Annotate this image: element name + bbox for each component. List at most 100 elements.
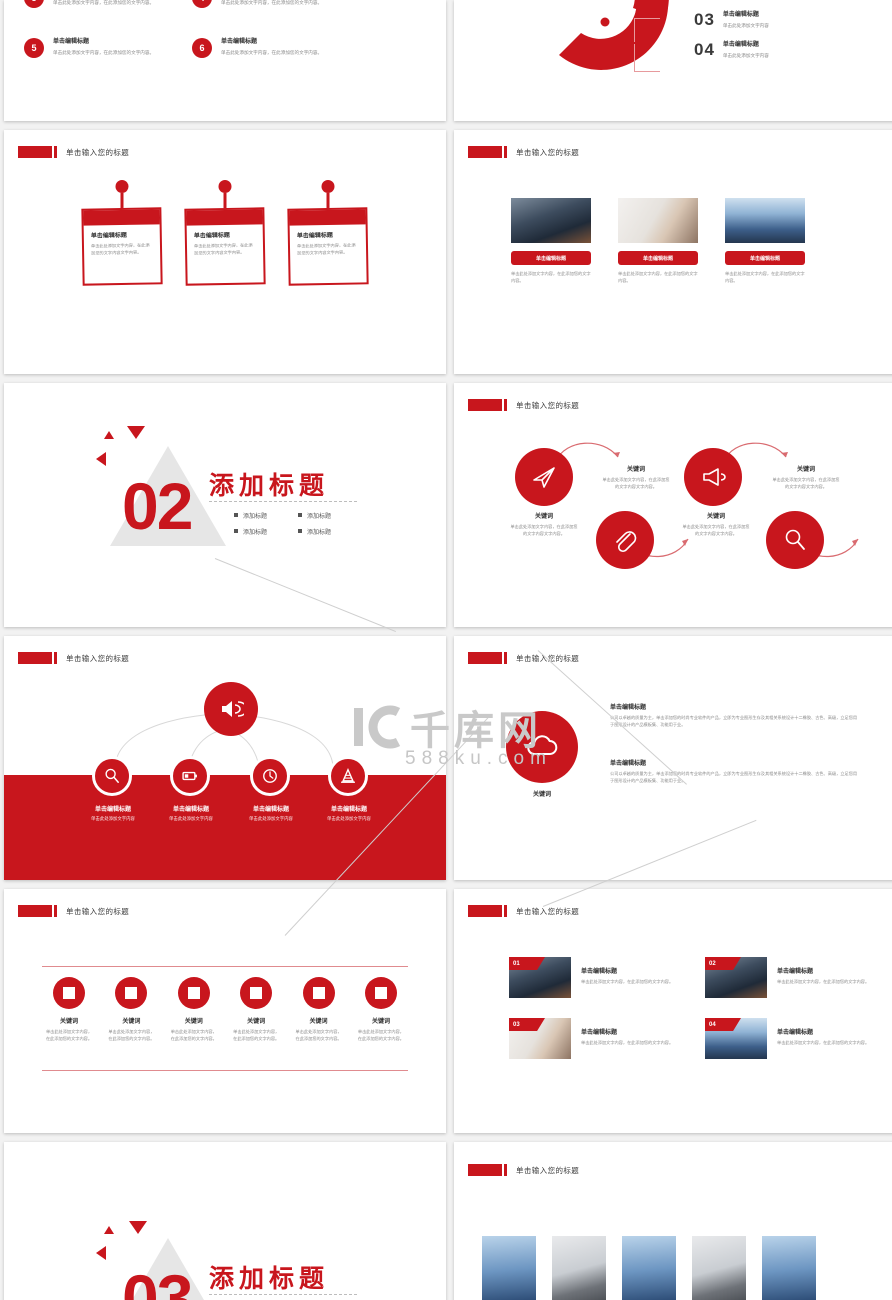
cone-icon[interactable] xyxy=(328,756,368,796)
band-title: 单击编辑标题 xyxy=(330,807,367,813)
title-tag-small xyxy=(54,905,57,917)
note-card[interactable]: 单击编辑标题 单击此处添加文字内容，在此添加您的文字内容文字内容。 xyxy=(184,180,266,286)
photo-card-desc: 单击此处添加文字内容，在此添加您的文字内容。 xyxy=(511,271,591,284)
slide-sticky-notes[interactable]: 单击输入您的标题 单击编辑标题 单击此处添加文字内容，在此添加您的文字内容文字内… xyxy=(4,130,446,374)
paper-plane-icon[interactable] xyxy=(515,448,573,506)
battery-icon[interactable] xyxy=(170,756,210,796)
bullet-item[interactable]: 添加标题 xyxy=(234,511,298,520)
note-card[interactable]: 单击编辑标题 单击此处添加文字内容，在此添加您的文字内容文字内容。 xyxy=(287,180,369,286)
photo-businessman[interactable] xyxy=(692,1236,746,1300)
slide-title: 单击输入您的标题 xyxy=(468,905,579,917)
square-icon xyxy=(115,977,148,1009)
note-desc: 单击此处添加文字内容，在此添加您的文字内容文字内容。 xyxy=(296,242,356,256)
photo-card[interactable]: 单击编辑标题 单击此处添加文字内容，在此添加您的文字内容。 xyxy=(725,198,805,285)
slide-image-strip[interactable]: 单击输入您的标题 xyxy=(454,1142,892,1300)
photo-skyscrapers[interactable] xyxy=(622,1236,676,1300)
band-desc: 单击此处添加文字内容 xyxy=(91,816,135,821)
legend-item[interactable]: 04 单击编辑标题 单击此处添加文字内容 xyxy=(694,40,769,60)
photo-card-button[interactable]: 单击编辑标题 xyxy=(725,251,805,265)
megaphone-icon[interactable] xyxy=(684,448,742,506)
timeline-desc: 单击此处添加文字内容，在此添加您的文字内容。 xyxy=(295,1029,342,1042)
photo-item[interactable]: 03 单击编辑标题 单击此处添加文字内容，在此添加您的文字内容。 xyxy=(509,1018,705,1059)
slide-section-02[interactable]: 02 添加标题 添加标题 添加标题 添加标题 添加标题 xyxy=(4,383,446,627)
legend-number: 04 xyxy=(694,40,715,59)
block-title: 单击编辑标题 xyxy=(610,761,647,767)
bullet-item[interactable]: 添加标题 xyxy=(234,527,298,536)
section-title: 添加标题 xyxy=(209,472,330,500)
list-item[interactable]: 6 单击编辑标题 单击此处添加文字内容，在此添加您的文字内容。 xyxy=(192,38,329,58)
title-tag xyxy=(18,905,52,917)
paperclip-icon[interactable] xyxy=(596,511,654,569)
note-desc: 单击此处添加文字内容，在此添加您的文字内容文字内容。 xyxy=(193,242,253,256)
cloud-icon[interactable] xyxy=(506,711,578,783)
legend-number: 03 xyxy=(694,10,715,29)
photo-number: 04 xyxy=(705,1018,741,1031)
note-card[interactable]: 单击编辑标题 单击此处添加文字内容，在此添加您的文字内容文字内容。 xyxy=(81,180,163,286)
slide-timeline[interactable]: 单击输入您的标题 关键词 单击此处添加文字内容，在此添加您的文字内容。 关键词 … xyxy=(4,889,446,1133)
slide-title-text: 单击输入您的标题 xyxy=(66,906,130,916)
photo-card-button[interactable]: 单击编辑标题 xyxy=(618,251,698,265)
photo-office-building xyxy=(511,198,591,243)
magnifier-icon[interactable] xyxy=(766,511,824,569)
legend-title: 单击编辑标题 xyxy=(722,11,759,18)
timeline-item[interactable]: 关键词 单击此处添加文字内容，在此添加您的文字内容。 xyxy=(231,977,281,1043)
photo-skyscrapers[interactable] xyxy=(762,1236,816,1300)
slide-title-text: 单击输入您的标题 xyxy=(516,653,580,663)
slide-section-03[interactable]: 03 添加标题 添加标题 添加标题 xyxy=(4,1142,446,1300)
photo-cards-row: 单击编辑标题 单击此处添加文字内容，在此添加您的文字内容。 单击编辑标题 单击此… xyxy=(511,198,805,285)
triangle-decor-icon xyxy=(129,1221,147,1234)
list-item[interactable]: 4 单击编辑标题 单击此处添加文字内容，在此添加您的文字内容。 xyxy=(192,0,329,8)
magnifier-icon[interactable] xyxy=(92,756,132,796)
legend-item[interactable]: 03 单击编辑标题 单击此处添加文字内容 xyxy=(694,10,769,30)
timeline-items: 关键词 单击此处添加文字内容，在此添加您的文字内容。 关键词 单击此处添加文字内… xyxy=(44,977,406,1043)
circle-keyword: 关键词 xyxy=(706,514,725,520)
photo-card-button[interactable]: 单击编辑标题 xyxy=(511,251,591,265)
photo-skyscrapers[interactable] xyxy=(482,1236,536,1300)
circle-desc: 单击此处添加文字内容，在此添加您的文字内容文字内容。 xyxy=(510,524,578,537)
timeline-item[interactable]: 关键词 单击此处添加文字内容，在此添加您的文字内容。 xyxy=(106,977,156,1043)
title-tag-small xyxy=(504,905,507,917)
title-tag-small xyxy=(504,399,507,411)
slide-red-band[interactable]: 单击输入您的标题 单击编辑标题 单击此处添加文字内容 单击编辑标题 单击此处添加… xyxy=(4,636,446,880)
list-item[interactable]: 3 单击编辑标题 单击此处添加文字内容，在此添加您的文字内容。 xyxy=(24,0,161,8)
block-title: 单击编辑标题 xyxy=(610,705,647,711)
title-tag-small xyxy=(54,146,57,158)
slide-numbered-list[interactable]: 3 单击编辑标题 单击此处添加文字内容，在此添加您的文字内容。 4 单击编辑标题… xyxy=(4,0,446,121)
slide-photo-cards[interactable]: 单击输入您的标题 单击编辑标题 单击此处添加文字内容，在此添加您的文字内容。 单… xyxy=(454,130,892,374)
slide-donut-chart[interactable]: 03 单击编辑标题 单击此处添加文字内容 04 单击编辑标题 单击此处添加文字内… xyxy=(454,0,892,121)
list-item[interactable]: 5 单击编辑标题 单击此处添加文字内容，在此添加您的文字内容。 xyxy=(24,38,161,58)
photo-number: 01 xyxy=(509,957,545,970)
photo-title: 单击编辑标题 xyxy=(581,969,618,975)
triangle-decor-icon xyxy=(104,1226,114,1234)
photo-item[interactable]: 01 单击编辑标题 单击此处添加文字内容，在此添加您的文字内容。 xyxy=(509,957,705,998)
photo-item[interactable]: 04 单击编辑标题 单击此处添加文字内容，在此添加您的文字内容。 xyxy=(705,1018,892,1059)
photo-number: 03 xyxy=(509,1018,545,1031)
timeline-rule-top xyxy=(42,966,408,967)
speaker-icon[interactable] xyxy=(204,682,258,736)
text-block: 单击编辑标题 公司以卓越的质量为主，单击添加您的时尚专业软件的产品，立即为专业图… xyxy=(610,760,860,785)
slides-grid: 3 单击编辑标题 单击此处添加文字内容，在此添加您的文字内容。 4 单击编辑标题… xyxy=(0,0,892,1300)
timeline-keyword: 关键词 xyxy=(59,1019,78,1025)
clock-icon[interactable] xyxy=(250,756,290,796)
bullet-item[interactable]: 添加标题 xyxy=(298,511,362,520)
bullet-item[interactable]: 添加标题 xyxy=(298,527,362,536)
photo-businessman[interactable] xyxy=(552,1236,606,1300)
triangle-decor-icon xyxy=(104,431,114,439)
timeline-desc: 单击此处添加文字内容，在此添加您的文字内容。 xyxy=(357,1029,404,1042)
slide-title: 单击输入您的标题 xyxy=(18,146,129,158)
band-title: 单击编辑标题 xyxy=(172,807,209,813)
timeline-item[interactable]: 关键词 单击此处添加文字内容，在此添加您的文字内容。 xyxy=(294,977,344,1043)
red-band xyxy=(4,775,446,880)
photo-card[interactable]: 单击编辑标题 单击此处添加文字内容，在此添加您的文字内容。 xyxy=(511,198,591,285)
timeline-item[interactable]: 关键词 单击此处添加文字内容，在此添加您的文字内容。 xyxy=(169,977,219,1043)
slide-cloud-text[interactable]: 单击输入您的标题 关键词 单击编辑标题 公司以卓越的质量为主，单击添加您的时尚专… xyxy=(454,636,892,880)
photo-item[interactable]: 02 单击编辑标题 单击此处添加文字内容，在此添加您的文字内容。 xyxy=(705,957,892,998)
slide-circle-icons[interactable]: 单击输入您的标题 关键词 单击此处添加文字内容，在此添加您的文字内容文字内容。 … xyxy=(454,383,892,627)
photo-skyscrapers: 04 xyxy=(705,1018,767,1059)
slide-numbered-photos[interactable]: 单击输入您的标题 01 单击编辑标题 单击此处添加文字内容，在此添加您的文字内容… xyxy=(454,889,892,1133)
slide-thumbnail-gallery: 3 单击编辑标题 单击此处添加文字内容，在此添加您的文字内容。 4 单击编辑标题… xyxy=(0,0,892,1300)
timeline-item[interactable]: 关键词 单击此处添加文字内容，在此添加您的文字内容。 xyxy=(356,977,406,1043)
item-number: 5 xyxy=(24,38,44,58)
photo-card[interactable]: 单击编辑标题 单击此处添加文字内容，在此添加您的文字内容。 xyxy=(618,198,698,285)
timeline-item[interactable]: 关键词 单击此处添加文字内容，在此添加您的文字内容。 xyxy=(44,977,94,1043)
